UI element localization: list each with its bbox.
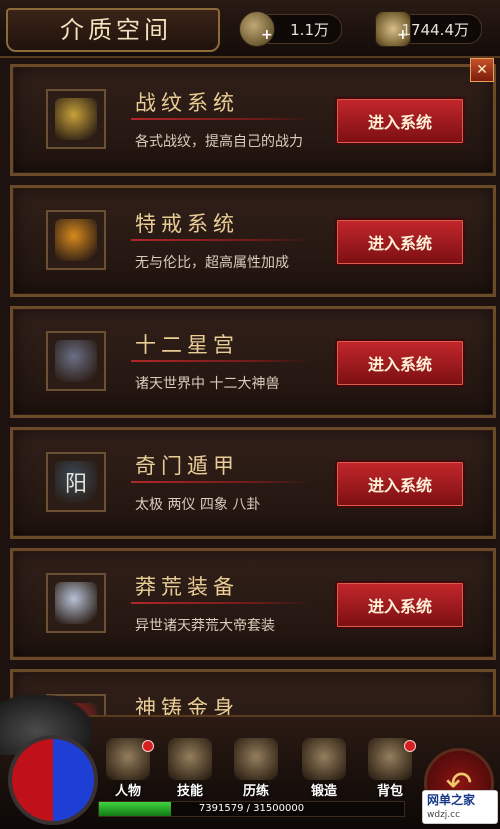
system-title: 奇门遁甲	[135, 454, 239, 478]
exp-bar: 7391579 / 31500000	[98, 801, 405, 817]
system-icon-frame	[46, 210, 106, 270]
title-underline	[131, 602, 311, 604]
enter-system-button[interactable]: 进入系统	[335, 581, 465, 629]
system-description: 诸天世界中 十二大神兽	[135, 376, 280, 392]
armor-icon	[55, 582, 97, 624]
nav-label: 历练	[242, 784, 269, 799]
taiji-orb-icon[interactable]	[8, 735, 98, 825]
page-title: 介质空间	[60, 16, 172, 44]
currency-ingot[interactable]: + 1744.4万	[375, 11, 482, 47]
exp-text: 7391579 / 31500000	[198, 803, 305, 814]
watermark-url: wdzj.cc	[427, 810, 461, 820]
system-icon-frame	[46, 89, 106, 149]
close-icon[interactable]: ✕	[476, 62, 488, 78]
enter-system-button[interactable]: 进入系统	[335, 339, 465, 387]
system-description: 异世诸天莽荒大帝套装	[135, 618, 275, 634]
title-underline	[131, 239, 311, 241]
notification-dot	[142, 740, 154, 752]
forge-icon	[302, 738, 346, 780]
title-underline	[131, 481, 311, 483]
shield-icon	[55, 98, 97, 140]
system-description: 各式战纹，提高自己的战力	[135, 134, 303, 150]
title-plate: 介质空间	[6, 8, 220, 52]
system-card: 特戒系统 无与伦比，超高属性加成 进入系统	[10, 185, 496, 297]
yang-seal-icon: 阳	[55, 461, 97, 503]
close-button[interactable]: ✕	[470, 58, 494, 82]
title-underline	[131, 360, 311, 362]
system-title: 莽荒装备	[135, 575, 239, 599]
system-card: 战纹系统 各式战纹，提高自己的战力 进入系统	[10, 64, 496, 176]
site-watermark: 网单之家 wdzj.cc	[422, 790, 498, 824]
system-description: 无与伦比，超高属性加成	[135, 255, 289, 271]
add-icon[interactable]: +	[261, 27, 273, 43]
nav-button-backpack[interactable]: 背包	[362, 738, 418, 800]
dragon-head-icon	[55, 340, 97, 382]
system-title: 十二星宫	[135, 333, 239, 357]
enter-system-button[interactable]: 进入系统	[335, 218, 465, 266]
system-icon-frame: 阳	[46, 452, 106, 512]
system-icon-frame	[46, 573, 106, 633]
system-card: 莽荒装备 异世诸天莽荒大帝套装 进入系统	[10, 548, 496, 660]
currency-gold[interactable]: + 1.1万	[239, 11, 342, 47]
watermark-title: 网单之家	[427, 793, 476, 807]
enter-system-button[interactable]: 进入系统	[335, 460, 465, 508]
system-description: 太极 两仪 四象 八卦	[135, 497, 261, 513]
nav-button-training[interactable]: 历练	[228, 738, 284, 800]
nav-label: 锻造	[310, 784, 337, 799]
nav-button-character[interactable]: 人物	[100, 738, 156, 800]
nav-label: 人物	[114, 784, 141, 799]
icon-text: 阳	[64, 472, 87, 497]
currency-gold-value: 1.1万	[290, 21, 329, 39]
title-underline	[131, 118, 311, 120]
skill-book-icon	[168, 738, 212, 780]
top-bar: 介质空间 + 1.1万 + 1744.4万	[0, 0, 500, 58]
system-title: 战纹系统	[135, 91, 239, 115]
currency-ingot-value: 1744.4万	[401, 21, 470, 39]
nav-button-forge[interactable]: 锻造	[296, 738, 352, 800]
nav-label: 技能	[176, 784, 203, 799]
enter-system-button[interactable]: 进入系统	[335, 97, 465, 145]
ring-icon	[55, 219, 97, 261]
nav-button-skill-book[interactable]: 技能	[162, 738, 218, 800]
notification-dot	[404, 740, 416, 752]
nav-label: 背包	[376, 784, 403, 799]
system-card: 十二星宫 诸天世界中 十二大神兽 进入系统	[10, 306, 496, 418]
system-title: 特戒系统	[135, 212, 239, 236]
system-icon-frame	[46, 331, 106, 391]
system-card: 阳 奇门遁甲 太极 两仪 四象 八卦 进入系统	[10, 427, 496, 539]
training-icon	[234, 738, 278, 780]
